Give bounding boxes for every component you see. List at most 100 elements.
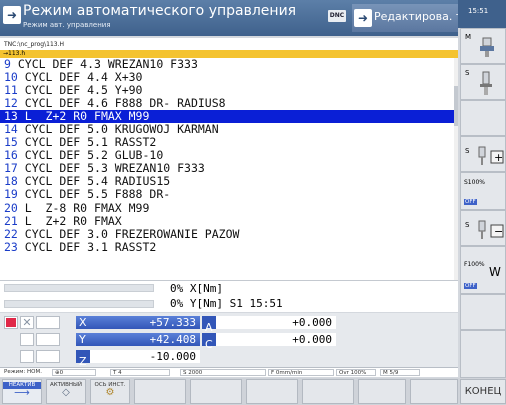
c-axis-label-box: C: [202, 333, 216, 351]
line-text: CYCL DEF 5.4 RADIUS15: [17, 174, 171, 189]
close-icon: ✕: [20, 316, 34, 329]
line-number: 22: [4, 226, 18, 241]
position-display: ✕ X +57.333 A +0.000 Y +42.408 C +0.000 …: [0, 313, 458, 368]
line-number: 11: [4, 83, 18, 98]
scrollbar-thumb[interactable]: [454, 86, 458, 126]
y-axis-row[interactable]: Y +42.408: [76, 333, 200, 346]
line-text: CYCL DEF 5.0 KRUGOWOJ KARMAN: [17, 122, 219, 137]
x-axis-row[interactable]: X +57.333: [76, 316, 200, 329]
c-axis-label: C: [205, 338, 213, 351]
softkey-empty-5[interactable]: [190, 379, 242, 404]
right-softkey-8[interactable]: [460, 294, 506, 330]
gear-icon: [36, 333, 60, 346]
right-softkey-1[interactable]: M: [460, 28, 506, 64]
softkey-inactive[interactable]: НЕАКТИВ ⟶: [2, 379, 42, 404]
mode-info: Режим: НОМ.: [4, 369, 42, 375]
line-text: L Z+2 R0 FMAX: [17, 213, 122, 228]
z-axis-label-box: Z: [76, 350, 90, 368]
line-number: 20: [4, 200, 18, 215]
mode-title: Режим автоматического управления: [23, 3, 297, 19]
clock-panel: 15:51: [458, 0, 506, 28]
line-text: CYCL DEF 5.5 F888 DR-: [17, 187, 171, 202]
right-softkey-4[interactable]: S +: [460, 136, 506, 172]
y-axis-value: +42.408: [149, 333, 196, 346]
program-scrollbar[interactable]: [454, 58, 458, 280]
line-text: CYCL DEF 5.2 GLUB-10: [17, 148, 164, 163]
right-softkey-6[interactable]: S −: [460, 210, 506, 246]
x-axis-value: +57.333: [149, 316, 196, 329]
right-softkey-1-label: M: [465, 33, 472, 41]
line-number: 10: [4, 70, 18, 85]
status-indicator-icon: [4, 316, 18, 329]
feed-override-label: F100%: [464, 261, 485, 268]
line-number: 15: [4, 135, 18, 150]
line-number: 18: [4, 174, 18, 189]
svg-text:+: +: [494, 151, 503, 164]
right-softkey-2[interactable]: S: [460, 64, 506, 100]
line-number: 19: [4, 187, 18, 202]
spindle-override-key[interactable]: S100% OFF: [460, 172, 506, 210]
line-text: CYCL DEF 4.6 F888 DR- RADIUS8: [17, 96, 226, 111]
datum-info: ⊕0: [52, 369, 96, 376]
mfunction-info: M 5/9: [380, 369, 420, 376]
softkey-tool-axis[interactable]: ОСЬ ИНСТ. ⚙: [90, 379, 130, 404]
softkey-empty-4[interactable]: [134, 379, 186, 404]
line-number: 16: [4, 148, 18, 163]
bottom-softkey-bar: НЕАКТИВ ⟶ АКТИВНЫЙ ◇ ОСЬ ИНСТ. ⚙ КОНЕЦ: [0, 378, 506, 405]
line-text: CYCL DEF 4.5 Y+90: [17, 83, 143, 98]
feed-info: F 0mm/min: [268, 369, 334, 376]
edit-mode-tab[interactable]: ➜ Редактирова. табли...: [352, 4, 500, 32]
a-axis-label-box: A: [202, 316, 216, 334]
line-number: 21: [4, 213, 18, 228]
line-number: 23: [4, 239, 18, 254]
end-button[interactable]: КОНЕЦ: [460, 379, 506, 404]
indicator-blank: [20, 350, 34, 363]
feed-override-off: OFF: [464, 283, 477, 289]
indicator-blank: [20, 333, 34, 346]
line-text: CYCL DEF 3.0 FREZEROWANIE PAZOW: [17, 226, 240, 241]
mode-arrow-icon: ➜: [3, 6, 21, 24]
a-axis-value: +0.000: [216, 316, 336, 329]
line-text: CYCL DEF 5.1 RASST2: [17, 135, 157, 150]
spindle-plus-icon: +: [478, 146, 504, 165]
right-softkey-3[interactable]: [460, 100, 506, 136]
softkey-empty-6[interactable]: [246, 379, 298, 404]
dnc-icon: DNC: [328, 10, 346, 22]
softkey-active-icon: ◇: [62, 387, 70, 398]
spindle-info: S 2000: [180, 369, 266, 376]
edit-arrow-icon: ➜: [354, 9, 372, 27]
line-text: L Z-8 R0 FMAX M99: [17, 200, 150, 215]
x-load-text: 0% X[Nm]: [170, 282, 223, 295]
spindle-tool-icon: [480, 71, 492, 95]
line-text: L Z+2 R0 FMAX M99: [17, 109, 150, 124]
line-number: 12: [4, 96, 18, 111]
spindle-override-off: OFF: [464, 199, 477, 205]
indicator-blank: [36, 316, 60, 329]
line-number: 14: [4, 122, 18, 137]
y-load-bar: [4, 300, 154, 308]
x-axis-label: X: [79, 316, 87, 329]
svg-text:−: −: [494, 225, 503, 238]
softkey-empty-9[interactable]: [410, 379, 458, 404]
tool-info: T 4: [110, 369, 170, 376]
program-listing[interactable]: 9 CYCL DEF 4.3 WREZAN10 F333 10 CYCL DEF…: [0, 58, 454, 280]
line-number: 17: [4, 161, 18, 176]
right-softkey-4-label: S: [465, 147, 470, 155]
feed-override-key[interactable]: F100% OFF W: [460, 246, 506, 294]
line-text: CYCL DEF 3.1 RASST2: [17, 239, 157, 254]
softkey-active[interactable]: АКТИВНЫЙ ◇: [46, 379, 86, 404]
load-status-panel: 0% X[Nm] 0% Y[Nm] S1 15:51: [0, 280, 458, 312]
softkey-empty-8[interactable]: [358, 379, 406, 404]
clock: 15:51: [468, 7, 489, 15]
right-softkey-2-label: S: [465, 69, 470, 77]
override-info: Ovr 100%: [336, 369, 376, 376]
window-header: ➜ Режим автоматического управления Режим…: [0, 0, 500, 36]
softkey-empty-7[interactable]: [302, 379, 354, 404]
spindle-icon: [480, 37, 494, 57]
program-line[interactable]: 23 CYCL DEF 3.1 RASST2: [0, 239, 454, 254]
softkey-inactive-icon: ⟶: [14, 386, 30, 399]
right-softkey-9[interactable]: [460, 330, 506, 378]
line-text: CYCL DEF 4.3 WREZAN10 F333: [10, 57, 198, 71]
indicator-blank: [36, 350, 60, 363]
y-load-text: 0% Y[Nm] S1 15:51: [170, 297, 283, 310]
